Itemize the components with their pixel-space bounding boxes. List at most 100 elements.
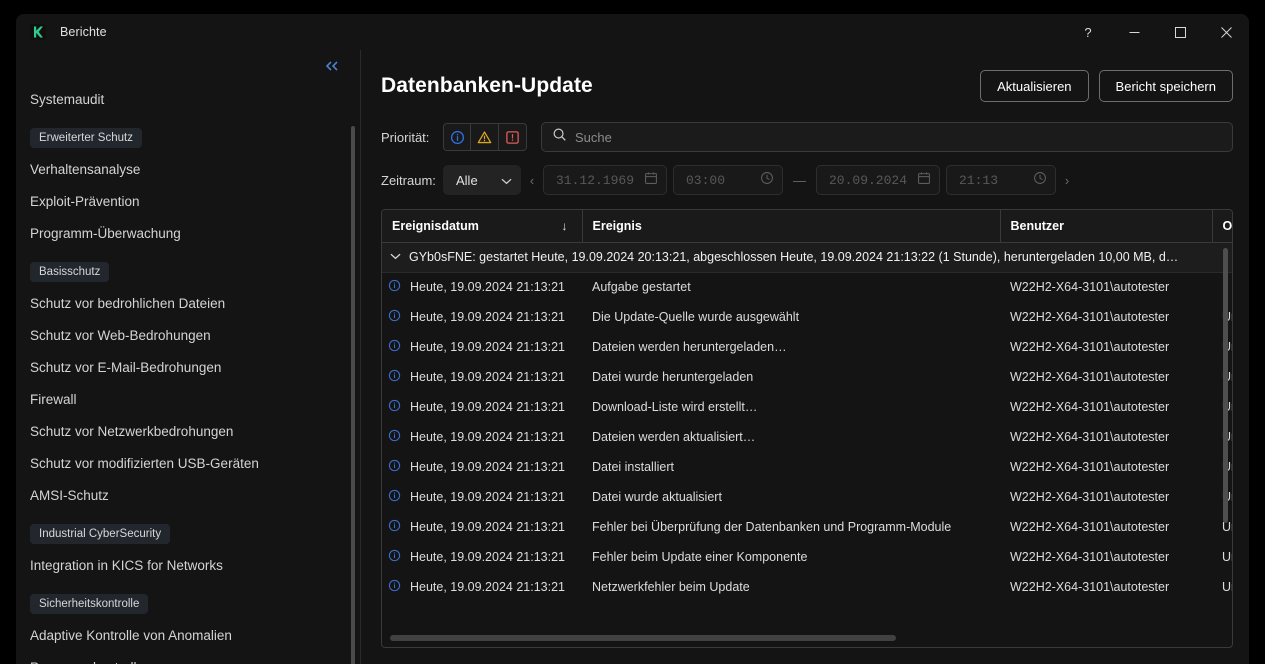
info-circle-icon: [388, 549, 401, 565]
cell-date-text: Heute, 19.09.2024 21:13:21: [410, 370, 565, 384]
cell-date-text: Heute, 19.09.2024 21:13:21: [410, 490, 565, 504]
table-row[interactable]: Heute, 19.09.2024 21:13:21 Datei installi…: [382, 452, 1232, 482]
period-next-button[interactable]: ›: [1056, 166, 1078, 194]
cell-date: Heute, 19.09.2024 21:13:21: [382, 302, 582, 332]
table-row[interactable]: Heute, 19.09.2024 21:13:21 Datei wurde he…: [382, 362, 1232, 392]
cell-date: Heute, 19.09.2024 21:13:21: [382, 392, 582, 422]
cell-event: Dateien werden heruntergeladen…: [582, 332, 1000, 362]
cell-user: W22H2-X64-3101\autotester: [1000, 482, 1212, 512]
cell-object: Uno1c: [1212, 422, 1232, 452]
main-header: Datenbanken-Update Aktualisieren Bericht…: [381, 66, 1233, 106]
search-input[interactable]: [575, 130, 1222, 145]
clock-icon: [1033, 171, 1047, 189]
date-from-field[interactable]: 31.12.1969: [543, 165, 667, 195]
sidebar-item-2[interactable]: Verhaltensanalyse: [16, 154, 360, 186]
sidebar-item-3[interactable]: Exploit-Prävention: [16, 186, 360, 218]
cell-date-text: Heute, 19.09.2024 21:13:21: [410, 460, 565, 474]
search-icon: [552, 127, 567, 147]
column-header-date[interactable]: Ereignisdatum↓: [382, 210, 582, 242]
period-filter-row: Zeitraum: Alle ‹ 31.12.1969: [381, 165, 1233, 195]
time-to-field[interactable]: 21:13: [946, 165, 1056, 195]
table-row[interactable]: Heute, 19.09.2024 21:13:21Datei wurde ak…: [382, 482, 1232, 512]
table-vertical-scrollbar-thumb[interactable]: [1223, 248, 1228, 523]
cell-user: W22H2-X64-3101\autotester: [1000, 392, 1212, 422]
info-circle-icon: [388, 369, 401, 385]
cell-event: Netzwerkfehler beim Update: [582, 572, 1000, 602]
cell-event: Datei installiert: [582, 452, 1000, 482]
sidebar-scrollbar-thumb[interactable]: [351, 126, 355, 664]
cell-date: Heute, 19.09.2024 21:13:21: [382, 512, 582, 542]
priority-info-button[interactable]: [443, 123, 471, 151]
sidebar-item-9[interactable]: Firewall: [16, 384, 360, 416]
info-circle-icon: [388, 279, 401, 295]
date-to-field[interactable]: 20.09.2024: [816, 165, 940, 195]
sidebar-item-0[interactable]: Systemaudit: [16, 84, 360, 116]
collapse-sidebar-icon[interactable]: [320, 58, 344, 77]
sidebar-group-label: Basisschutz: [30, 262, 109, 282]
sidebar-item-7[interactable]: Schutz vor Web-Bedrohungen: [16, 320, 360, 352]
column-header-object[interactable]: Objekt: [1212, 210, 1232, 242]
info-circle-icon: [388, 339, 401, 355]
priority-critical-button[interactable]: [499, 123, 527, 151]
cell-user: W22H2-X64-3101\autotester: [1000, 542, 1212, 572]
table-row[interactable]: Heute, 19.09.2024 21:13:21Fehler beim Up…: [382, 542, 1232, 572]
cell-object: Uno1c: [1212, 542, 1232, 572]
sidebar-item-11[interactable]: Schutz vor modifizierten USB-Geräten: [16, 448, 360, 480]
sidebar-item-17[interactable]: Programmkontrolle: [16, 652, 360, 664]
period-select[interactable]: Alle: [443, 165, 521, 195]
cell-object: Uno1c: [1212, 332, 1232, 362]
table-group-row[interactable]: GYb0sFNE: gestartet Heute, 19.09.2024 20…: [382, 242, 1232, 272]
sidebar-group-label: Erweiterter Schutz: [30, 128, 142, 148]
cell-date: Heute, 19.09.2024 21:13:21: [382, 422, 582, 452]
sidebar-nav: Systemaudit Erweiterter Schutz Verhaltensa…: [16, 84, 360, 664]
cell-object: Uno1c: [1212, 362, 1232, 392]
cell-user: W22H2-X64-3101\autotester: [1000, 362, 1212, 392]
sidebar-item-10[interactable]: Schutz vor Netzwerkbedrohungen: [16, 416, 360, 448]
reports-window: Berichte ?: [16, 14, 1249, 664]
priority-warning-button[interactable]: [471, 123, 499, 151]
info-circle-icon: [388, 489, 401, 505]
sidebar-item-16[interactable]: Adaptive Kontrolle von Anomalien: [16, 620, 360, 652]
sidebar-item-8[interactable]: Schutz vor E-Mail-Bedrohungen: [16, 352, 360, 384]
info-circle-icon: [388, 429, 401, 445]
sort-descending-icon[interactable]: ↓: [562, 219, 572, 233]
help-button[interactable]: ?: [1065, 14, 1111, 50]
column-header-user[interactable]: Benutzer: [1000, 210, 1212, 242]
group-row-text: GYb0sFNE: gestartet Heute, 19.09.2024 20…: [409, 250, 1178, 264]
group-expander-icon[interactable]: [390, 252, 401, 263]
table-row[interactable]: Heute, 19.09.2024 21:13:21Fehler bei Übe…: [382, 512, 1232, 542]
period-prev-button[interactable]: ‹: [521, 166, 543, 194]
save-report-button[interactable]: Bericht speichern: [1099, 70, 1233, 102]
sidebar-item-4[interactable]: Programm-Überwachung: [16, 218, 360, 250]
minimize-button[interactable]: [1111, 14, 1157, 50]
cell-date-text: Heute, 19.09.2024 21:13:21: [410, 430, 565, 444]
time-from-value: 03:00: [686, 173, 725, 188]
info-circle-icon: [388, 519, 401, 535]
time-from-field[interactable]: 03:00: [673, 165, 783, 195]
sidebar-item-14[interactable]: Integration in KICS for Networks: [16, 550, 360, 582]
table-horizontal-scrollbar-thumb[interactable]: [390, 635, 896, 641]
priority-filter-row: Priorität:: [381, 122, 1233, 152]
cell-date: Heute, 19.09.2024 21:13:21: [382, 362, 582, 392]
info-circle-icon: [388, 459, 401, 475]
search-box[interactable]: [541, 122, 1233, 152]
table-row[interactable]: Heute, 19.09.2024 21:13:21Download-Liste…: [382, 392, 1232, 422]
cell-date-text: Heute, 19.09.2024 21:13:21: [410, 580, 565, 594]
table-row[interactable]: Heute, 19.09.2024 21:13:21Die Update-Que…: [382, 302, 1232, 332]
refresh-button[interactable]: Aktualisieren: [980, 70, 1088, 102]
cell-date-text: Heute, 19.09.2024 21:13:21: [410, 310, 565, 324]
table-row[interactable]: Heute, 19.09.2024 21:13:21Dateien werden…: [382, 332, 1232, 362]
table-row[interactable]: Heute, 19.09.2024 21:13:21Aufgabe gestar…: [382, 272, 1232, 302]
close-button[interactable]: [1203, 14, 1249, 50]
table-row[interactable]: Heute, 19.09.2024 21:13:21Dateien werden…: [382, 422, 1232, 452]
sidebar-group-label: Sicherheitskontrolle: [30, 594, 148, 614]
range-separator: —: [793, 173, 806, 188]
sidebar-item-12[interactable]: AMSI-Schutz: [16, 480, 360, 512]
column-header-event[interactable]: Ereignis: [582, 210, 1000, 242]
maximize-button[interactable]: [1157, 14, 1203, 50]
table-row[interactable]: Heute, 19.09.2024 21:13:21 Netzwerkfehler…: [382, 572, 1232, 602]
cell-event: Fehler beim Update einer Komponente: [582, 542, 1000, 572]
cell-user: W22H2-X64-3101\autotester: [1000, 572, 1212, 602]
sidebar-item-6[interactable]: Schutz vor bedrohlichen Dateien: [16, 288, 360, 320]
cell-event: Datei wurde heruntergeladen: [582, 362, 1000, 392]
